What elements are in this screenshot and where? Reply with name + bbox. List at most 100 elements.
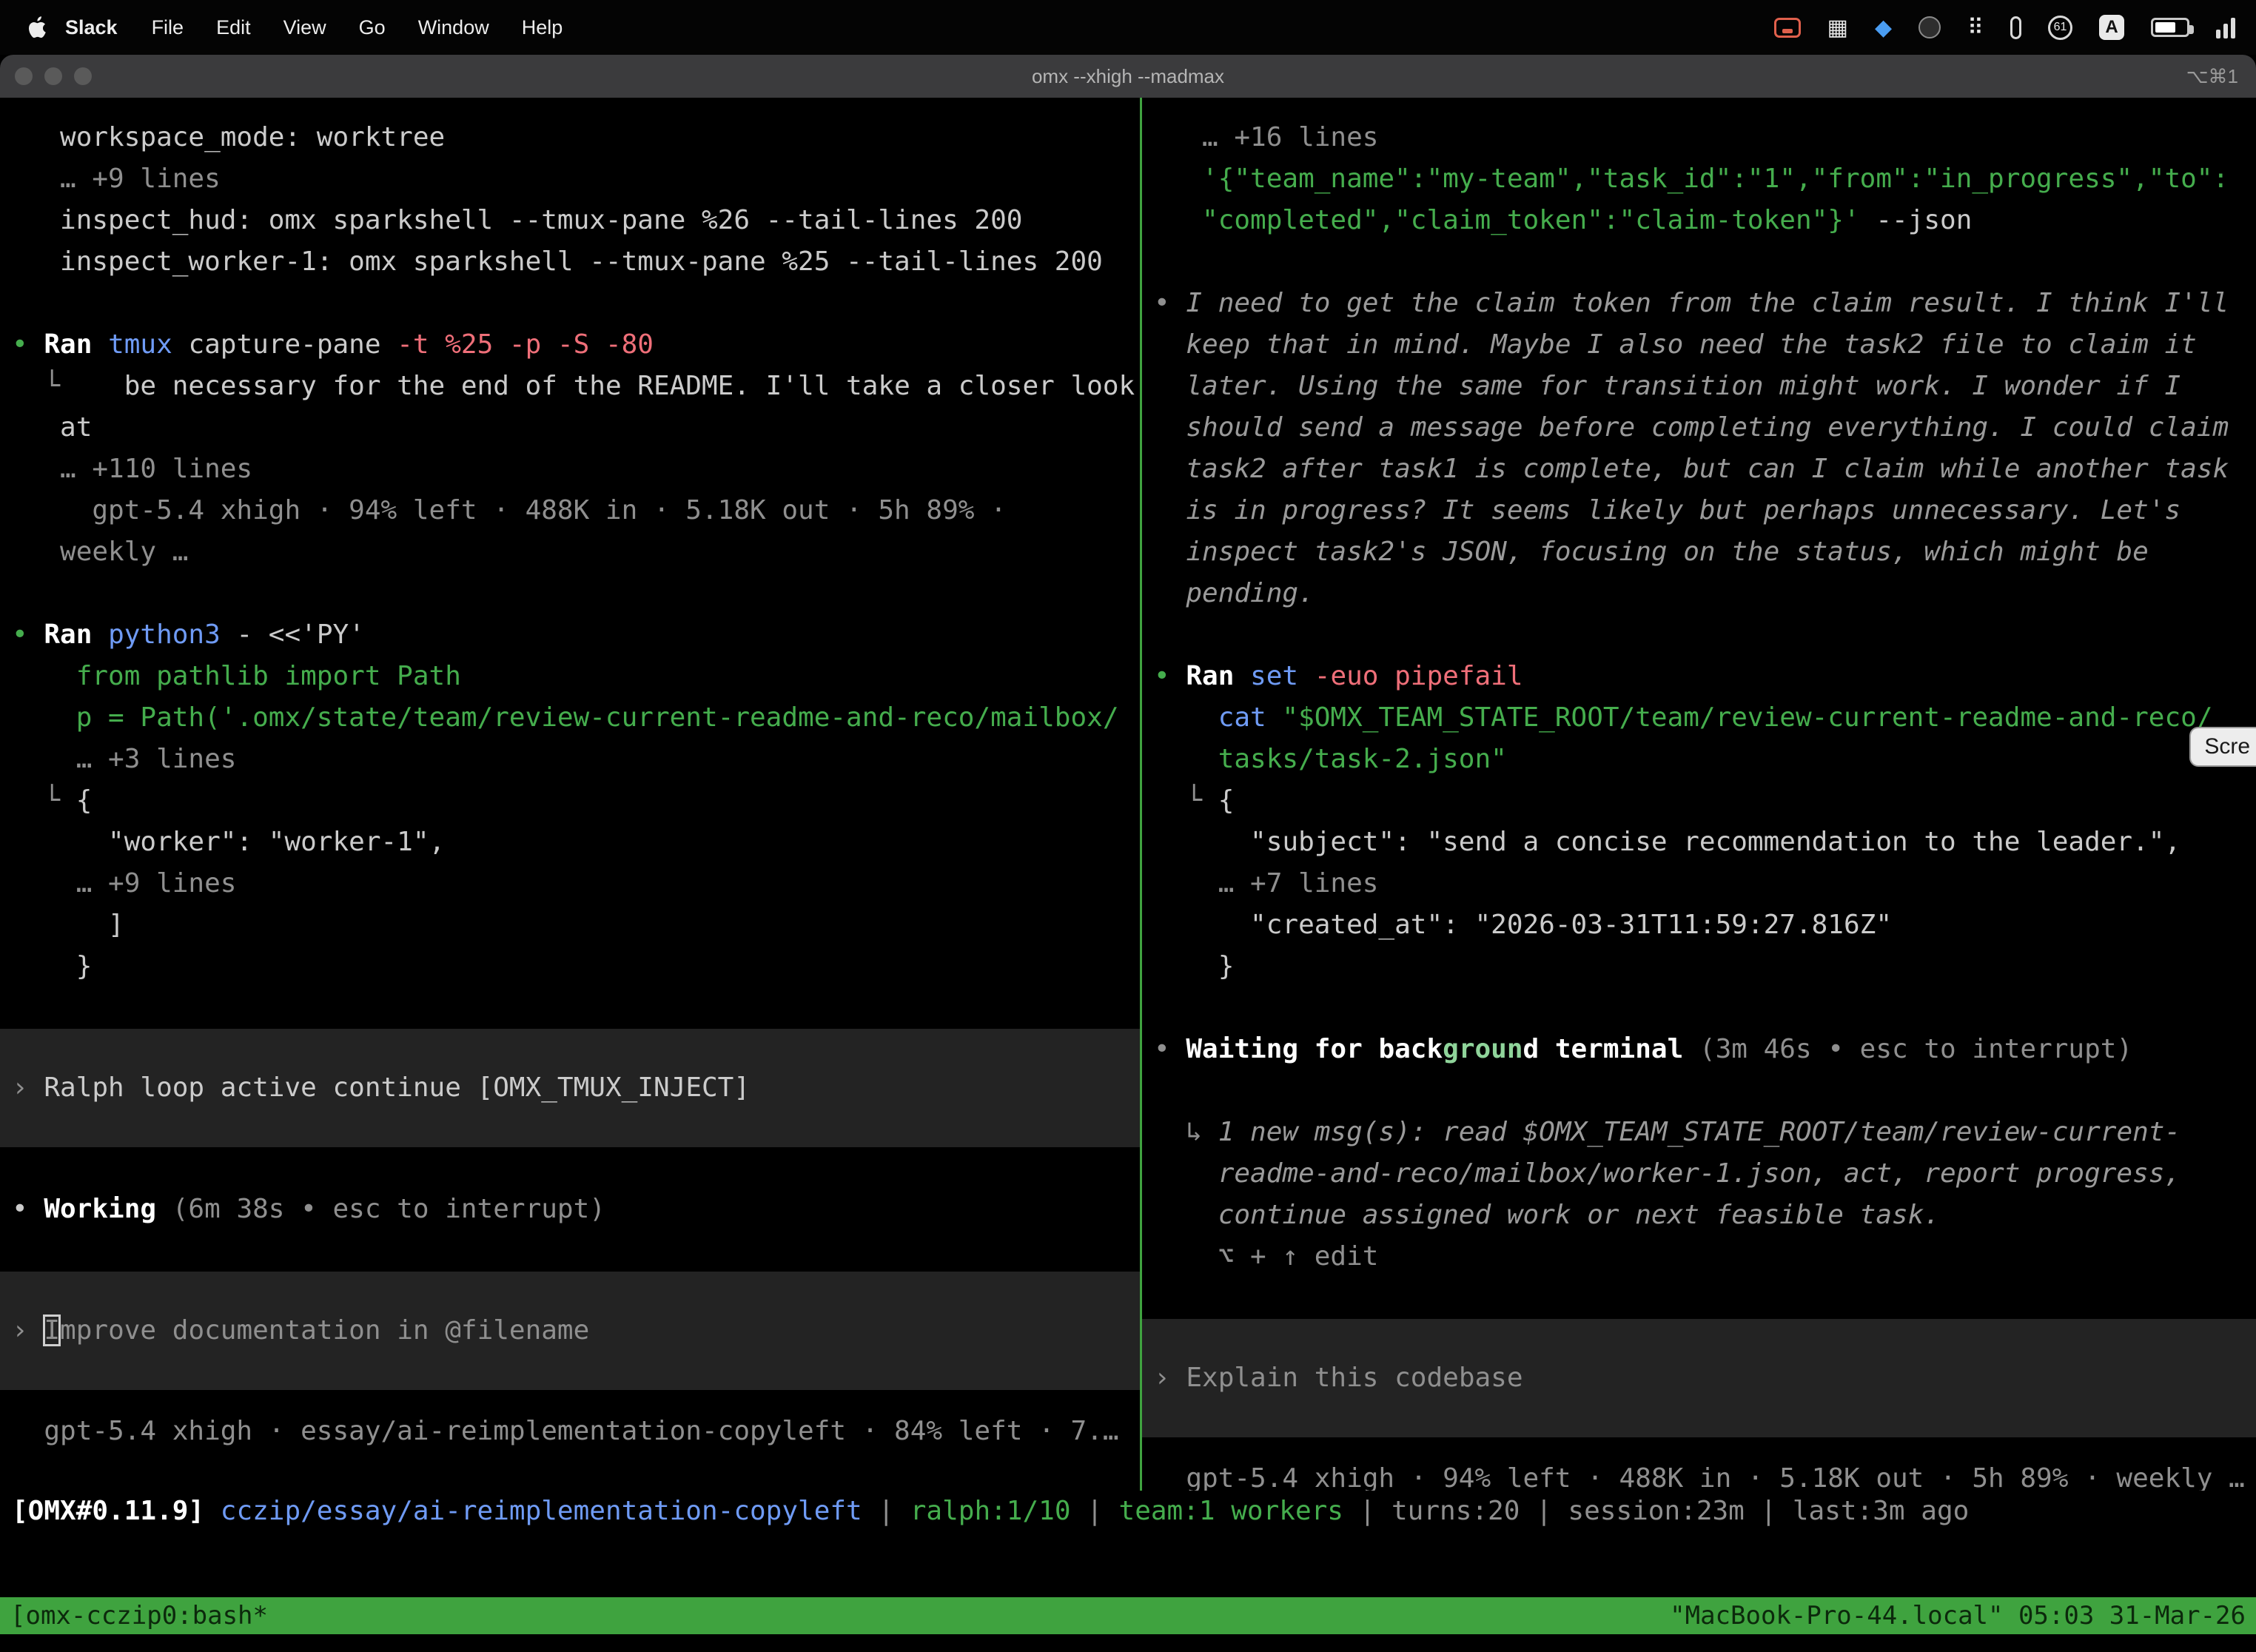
terminal-text-segment: is in progress? It seems likely but perh… xyxy=(1154,495,2181,526)
terminal-line: "completed","claim_token":"claim-token"}… xyxy=(1154,200,2256,241)
terminal-line: gpt-5.4 xhigh · 94% left · 488K in · 5.1… xyxy=(12,490,1140,531)
menu-file[interactable]: File xyxy=(135,16,201,39)
terminal-line: ⌥ + ↑ edit xyxy=(1154,1236,2256,1277)
terminal-blank-line xyxy=(12,987,1140,1029)
terminal-line: • Ran python3 - <<'PY' xyxy=(12,614,1140,656)
terminal-text-segment: | xyxy=(1520,1496,1568,1526)
terminal-line: inspect_hud: omx sparkshell --tmux-pane … xyxy=(12,200,1140,241)
battery-icon[interactable] xyxy=(2151,18,2189,37)
terminal-text-segment: inspect_hud: omx sparkshell --tmux-pane … xyxy=(12,205,1022,235)
terminal-line: cat "$OMX_TEAM_STATE_ROOT/team/review-cu… xyxy=(1154,697,2256,739)
menu-edit[interactable]: Edit xyxy=(200,16,267,39)
queued-message-row[interactable]: › Ralph loop active continue [OMX_TMUX_I… xyxy=(0,1029,1140,1147)
terminal-text-segment: └ xyxy=(12,785,76,816)
terminal-blank-line xyxy=(1154,987,2256,1029)
composer-input-row[interactable]: › Improve documentation in @filename xyxy=(0,1272,1140,1390)
sparkle-icon[interactable]: ◆ xyxy=(1875,15,1892,41)
zoom-button[interactable] xyxy=(74,67,92,85)
terminal-text-segment: gpt-5.4 xhigh · 94% left · 488K in · 5.1… xyxy=(1154,1463,2245,1491)
menu-help[interactable]: Help xyxy=(506,16,580,39)
terminal-text-segment: Working xyxy=(44,1194,172,1224)
screenshot-toast[interactable]: Scre xyxy=(2189,727,2256,767)
terminal-blank-line xyxy=(1154,1070,2256,1112)
terminal-line: from pathlib import Path xyxy=(12,656,1140,697)
terminal-blank-line xyxy=(1154,241,2256,283)
omx-status-line: [OMX#0.11.9] cczip/essay/ai-reimplementa… xyxy=(0,1491,2256,1532)
terminal-line: should send a message before completing … xyxy=(1154,407,2256,449)
grid-icon[interactable]: ▦ xyxy=(1827,15,1848,41)
terminal-text-segment: "worker": "worker-1", xyxy=(12,827,445,857)
terminal-line: continue assigned work or next feasible … xyxy=(1154,1195,2256,1236)
terminal-line: … +3 lines xyxy=(12,739,1140,780)
terminal-text-segment: { xyxy=(1218,785,1235,816)
terminal-text-segment: ↳ xyxy=(1154,1117,1218,1147)
terminal-line: is in progress? It seems likely but perh… xyxy=(1154,490,2256,531)
terminal-line: … +110 lines xyxy=(12,449,1140,490)
terminal-text-segment: "created_at": "2026-03-31T11:59:27.816Z" xyxy=(1154,910,1892,940)
terminal-text-segment: be necessary for the end of the README. … xyxy=(76,371,1135,401)
terminal-text-segment: '{"team_name":"my-team","task_id":"1","f… xyxy=(1154,164,2229,194)
terminal-line: keep that in mind. Maybe I also need the… xyxy=(1154,324,2256,366)
apple-menu-icon[interactable] xyxy=(25,15,47,40)
terminal-text-segment: gpt-5.4 xhigh · essay/ai-reimplementatio… xyxy=(12,1416,1119,1446)
input-source-icon[interactable]: A xyxy=(2099,15,2124,40)
terminal-text-segment: inspect_worker-1: omx sparkshell --tmux-… xyxy=(12,246,1103,277)
terminal-line: … +7 lines xyxy=(1154,863,2256,904)
terminal-text-segment: continue assigned work or next feasible … xyxy=(1154,1200,1940,1230)
terminal-text-segment: mprove documentation in @filename xyxy=(60,1315,589,1346)
signal-icon[interactable] xyxy=(2216,16,2235,38)
terminal-text-segment: Ran xyxy=(44,620,108,650)
composer-suggestion-row[interactable]: › Explain this codebase xyxy=(1142,1319,2256,1437)
window-controls xyxy=(0,67,92,85)
terminal-text-segment: ⌥ + ↑ edit xyxy=(1154,1241,1378,1272)
terminal-text-segment: └ xyxy=(12,371,76,401)
terminal-line: └ { xyxy=(1154,780,2256,822)
terminal-text-segment: ] xyxy=(12,910,124,940)
terminal-line: workspace_mode: worktree xyxy=(12,117,1140,158)
terminal-text-segment: "$OMX_TEAM_STATE_ROOT/team/review-curren… xyxy=(1282,702,2212,733)
window-titlebar[interactable]: omx --xhigh --madmax ⌥⌘1 xyxy=(0,55,2256,98)
tmux-host-clock: "MacBook-Pro-44.local" 05:03 31-Mar-26 xyxy=(1670,1597,2246,1634)
terminal-text-segment: … +9 lines xyxy=(12,164,221,194)
terminal-line: at xyxy=(12,407,1140,449)
terminal-text-segment: • xyxy=(12,1194,44,1224)
menu-window[interactable]: Window xyxy=(402,16,506,39)
active-app-name[interactable]: Slack xyxy=(58,16,135,39)
menu-view[interactable]: View xyxy=(267,16,343,39)
text-cursor: I xyxy=(44,1315,60,1346)
terminal-text-segment: should send a message before completing … xyxy=(1154,412,2229,443)
screen: Slack File Edit View Go Window Help ▦ ◆ … xyxy=(0,0,2256,1652)
window-shortcut-hint: ⌥⌘1 xyxy=(2186,65,2256,88)
terminal-text-segment: team:1 workers xyxy=(1119,1496,1343,1526)
terminal-text-segment: … +3 lines xyxy=(12,744,236,774)
terminal-pane-left[interactable]: workspace_mode: worktree … +9 lines insp… xyxy=(0,98,1140,1491)
app-circle-icon[interactable] xyxy=(1918,16,1941,38)
dots-grid-icon[interactable]: ⠿ xyxy=(1967,15,1984,41)
terminal-text-segment: I need to get the claim token from the c… xyxy=(1186,288,2229,318)
close-button[interactable] xyxy=(15,67,33,85)
minimize-button[interactable] xyxy=(44,67,62,85)
terminal-pane-right[interactable]: … +16 lines '{"team_name":"my-team","tas… xyxy=(1142,98,2256,1491)
terminal-text-segment: … +7 lines xyxy=(1154,868,1378,899)
battery-percent-badge[interactable]: 61 xyxy=(2048,16,2072,40)
terminal-line: } xyxy=(12,946,1140,987)
terminal-text-segment: | xyxy=(1745,1496,1793,1526)
terminal-text-segment: Waiting for back xyxy=(1186,1034,1443,1064)
terminal-text-segment: turns:20 xyxy=(1391,1496,1520,1526)
terminal-blank-line xyxy=(12,1230,1140,1272)
terminal-text-segment: tmux xyxy=(108,329,188,360)
terminal-line: } xyxy=(1154,946,2256,987)
macos-menubar: Slack File Edit View Go Window Help ▦ ◆ … xyxy=(0,0,2256,55)
terminal-line: • Waiting for background terminal (3m 46… xyxy=(1154,1029,2256,1070)
terminal-text-segment: "completed","claim_token":"claim-token"}… xyxy=(1154,205,1876,235)
battery-fill xyxy=(2155,22,2175,33)
terminal-text-segment: -t %25 -p -S -80 xyxy=(397,329,654,360)
terminal-line: inspect task2's JSON, focusing on the st… xyxy=(1154,531,2256,573)
menu-go[interactable]: Go xyxy=(343,16,402,39)
screen-recording-icon[interactable] xyxy=(1774,18,1801,38)
terminal-text-segment: cczip/essay/ai-reimplementation-copyleft xyxy=(221,1496,862,1526)
terminal-line: … +9 lines xyxy=(12,158,1140,200)
terminal-text-segment: gpt-5.4 xhigh · 94% left · 488K in · 5.1… xyxy=(12,495,1007,526)
pill-icon[interactable] xyxy=(2010,16,2021,39)
terminal-area: workspace_mode: worktree … +9 lines insp… xyxy=(0,98,2256,1491)
